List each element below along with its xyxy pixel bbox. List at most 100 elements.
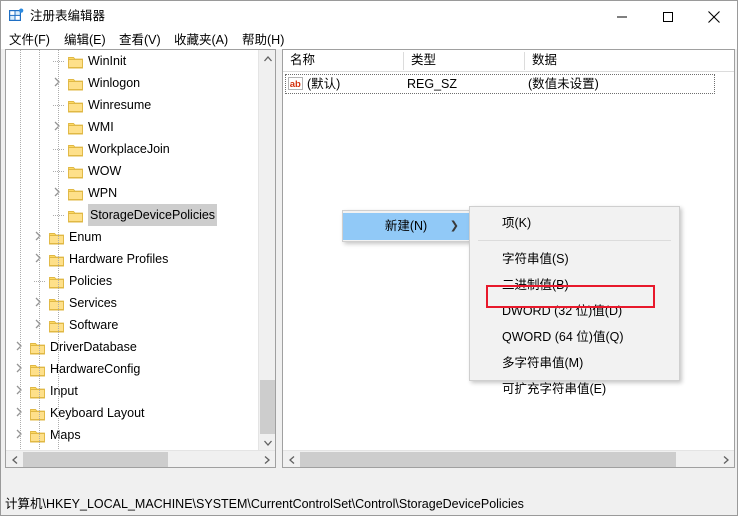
registry-icon [8,8,24,24]
tree-item[interactable]: WOW [6,160,259,182]
tree-item[interactable]: Maps [6,424,259,446]
submenu-item[interactable]: QWORD (64 位)值(Q) [470,324,679,350]
tree-item[interactable]: Winresume [6,94,259,116]
value-name: (默认) [307,77,341,91]
tree-item[interactable]: DriverDatabase [6,336,259,358]
values-scroll-right-arrow[interactable] [717,451,734,467]
context-menu-item-new[interactable]: 新建(N) ❯ [343,213,469,240]
tree-item-label: WorkplaceJoin [88,142,170,156]
menu-help[interactable]: 帮助(H) [238,32,288,49]
tree-guide-line [39,50,40,467]
folder-icon [68,76,83,91]
folder-icon [68,120,83,135]
folder-icon [30,406,45,421]
values-header-row: 名称 类型 数据 [283,50,734,72]
new-submenu: 项(K) 字符串值(S) 二进制值(B) DWORD (32 位)值(D) QWORD … [469,206,680,396]
tree-scroll-left-arrow[interactable] [6,451,23,467]
tree-item[interactable]: WMI [6,116,259,138]
tree-item[interactable]: Winlogon [6,72,259,94]
values-hscroll-thumb[interactable] [300,452,676,467]
chevron-right-icon: ❯ [449,220,459,232]
registry-tree[interactable]: WinInit Winlogon Winresume WMI WorkplaceJoin… [6,50,259,467]
submenu-item[interactable]: 二进制值(B) [470,272,679,298]
title-bar: 注册表编辑器 [1,1,737,32]
tree-item[interactable]: Hardware Profiles [6,248,259,270]
tree-item-label: Services [69,296,117,310]
context-menu-item-new-label: 新建(N) [384,219,428,233]
tree-item-label: Hardware Profiles [69,252,169,266]
tree-vertical-scrollbar[interactable] [258,50,275,451]
tree-item[interactable]: WorkplaceJoin [6,138,259,160]
folder-icon [30,362,45,377]
folder-icon [49,274,64,289]
maximize-button[interactable] [645,1,691,32]
folder-icon [68,208,83,223]
context-menu: 新建(N) ❯ [342,210,470,242]
values-scroll-left-arrow[interactable] [283,451,300,467]
tree-item-label: Software [69,318,119,332]
folder-icon [68,164,83,179]
menu-separator [478,240,671,241]
submenu-item-label: DWORD (32 位)值(D) [502,304,623,318]
tree-item-label: Input [50,384,78,398]
submenu-item-label: 项(K) [502,216,532,230]
close-button[interactable] [691,1,737,32]
submenu-item-label: 可扩充字符串值(E) [502,382,607,396]
tree-item-label: Maps [50,428,81,442]
tree-item[interactable]: StorageDevicePolicies [6,204,259,226]
tree-guide-line [58,50,59,467]
tree-item-label: StorageDevicePolicies [88,204,218,226]
submenu-item-label: 字符串值(S) [502,252,569,266]
submenu-item[interactable]: 项(K) [470,210,679,236]
submenu-item[interactable]: 可扩充字符串值(E) [470,376,679,402]
svg-text:ab: ab [290,79,301,90]
tree-item[interactable]: HardwareConfig [6,358,259,380]
tree-item[interactable]: WinInit [6,50,259,72]
column-header-name[interactable]: 名称 [283,50,403,71]
column-header-data[interactable]: 数据 [525,50,718,71]
registry-tree-panel: WinInit Winlogon Winresume WMI WorkplaceJoin… [5,49,276,468]
tree-item-label: Enum [69,230,102,244]
folder-icon [68,54,83,69]
menu-edit[interactable]: 编辑(E) [60,32,110,49]
tree-item-label: WMI [88,120,114,134]
folder-icon [49,296,64,311]
tree-scroll-up-arrow[interactable] [259,50,275,67]
tree-item-label: HardwareConfig [50,362,141,376]
minimize-button[interactable] [599,1,645,32]
submenu-item[interactable]: DWORD (32 位)值(D) [470,298,679,324]
tree-item[interactable]: Services [6,292,259,314]
submenu-item[interactable]: 多字符串值(M) [470,350,679,376]
tree-horizontal-scrollbar[interactable] [6,450,275,467]
tree-scroll-right-arrow[interactable] [258,451,275,467]
folder-icon [49,252,64,267]
tree-item[interactable]: Policies [6,270,259,292]
tree-item-label: WOW [88,164,122,178]
values-horizontal-scrollbar[interactable] [283,450,734,467]
tree-scroll-thumb[interactable] [260,380,275,434]
tree-hscroll-thumb[interactable] [23,452,168,467]
value-data: (数值未设置) [528,77,599,91]
tree-scroll-down-arrow[interactable] [259,434,275,451]
menu-favorites[interactable]: 收藏夹(A) [170,32,232,49]
tree-item[interactable]: Software [6,314,259,336]
tree-item-label: WPN [88,186,118,200]
tree-guide-line [20,50,21,467]
table-row[interactable]: ab (默认) REG_SZ (数值未设置) [285,74,715,94]
folder-icon [30,340,45,355]
tree-item[interactable]: Enum [6,226,259,248]
tree-item[interactable]: WPN [6,182,259,204]
tree-item[interactable]: Input [6,380,259,402]
folder-icon [68,142,83,157]
folder-icon [30,428,45,443]
status-bar: 计算机\HKEY_LOCAL_MACHINE\SYSTEM\CurrentCon… [1,494,737,515]
submenu-item[interactable]: 字符串值(S) [470,246,679,272]
tree-item-label: DriverDatabase [50,340,137,354]
registry-editor-window: 注册表编辑器 文件(F) 编辑(E) 查看(V) 收藏夹(A) 帮助(H) Wi… [0,0,738,516]
menu-file[interactable]: 文件(F) [5,32,54,49]
tree-item[interactable]: Keyboard Layout [6,402,259,424]
menu-view[interactable]: 查看(V) [115,32,165,49]
tree-item-label: Winlogon [88,76,141,90]
column-header-type[interactable]: 类型 [404,50,524,71]
submenu-item-label: QWORD (64 位)值(Q) [502,330,624,344]
